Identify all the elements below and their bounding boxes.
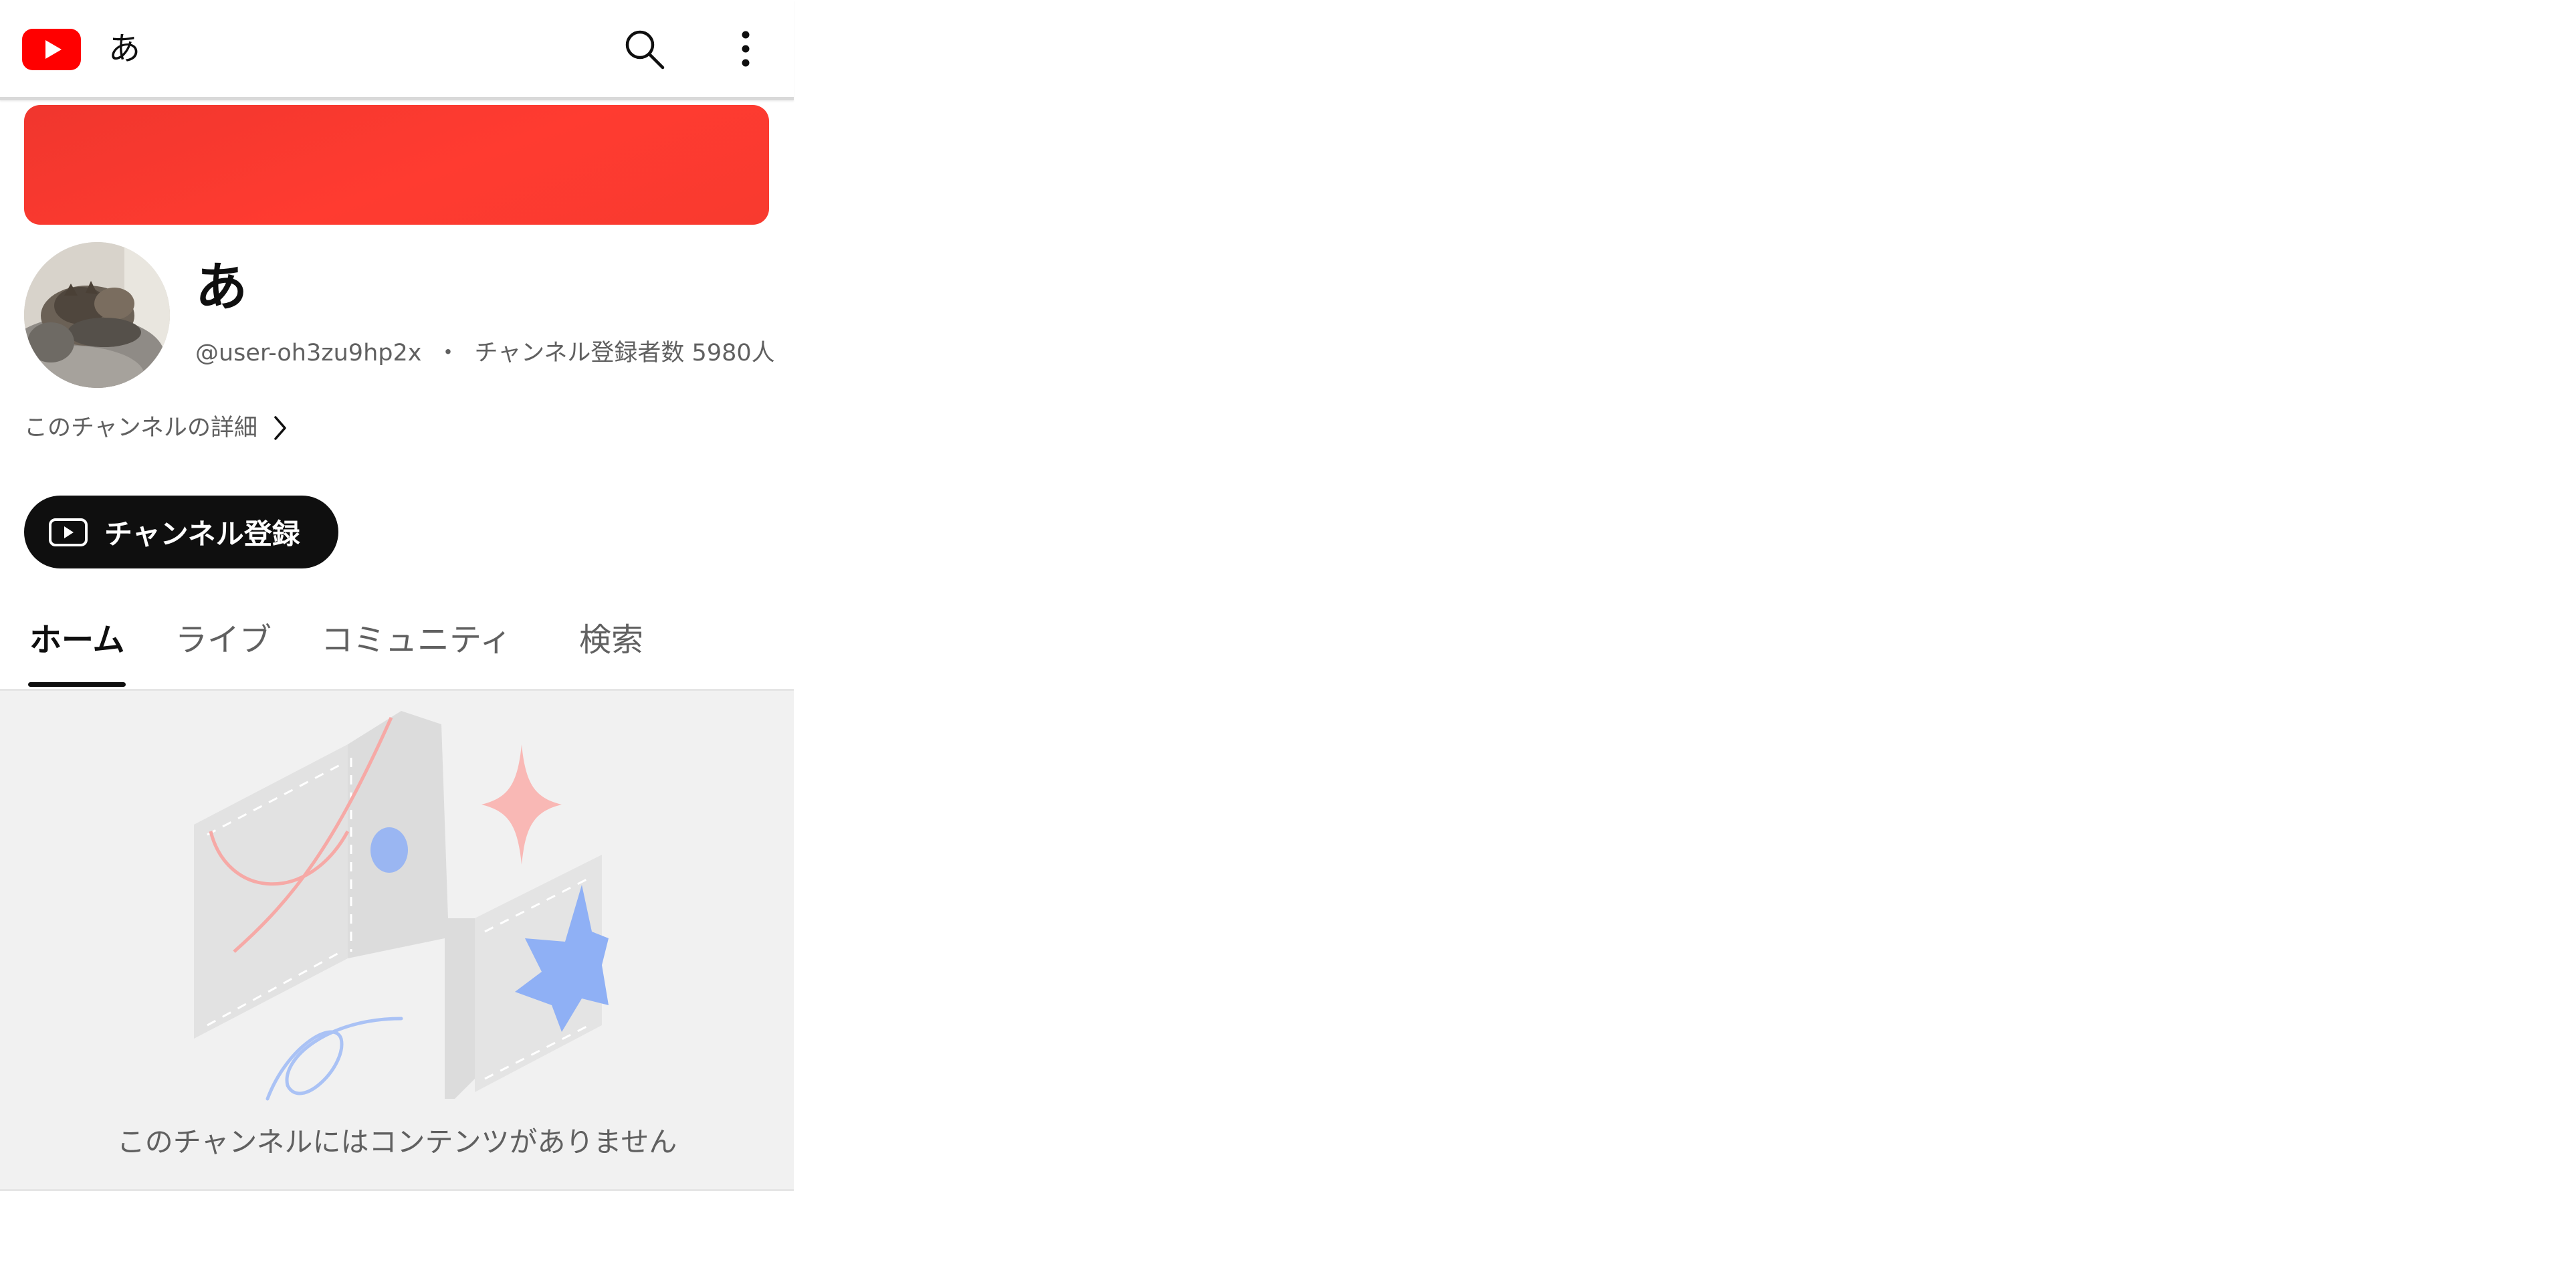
channel-banner (24, 105, 769, 225)
empty-content-illustration (194, 711, 609, 1101)
chevron-right-icon (274, 416, 286, 440)
tab-search[interactable]: 検索 (579, 617, 643, 663)
cats-photo (24, 242, 170, 388)
tab-community[interactable]: コミュニティ (321, 617, 512, 663)
subscribe-label: チャンネル登録 (104, 518, 300, 550)
youtube-play-icon (49, 518, 88, 546)
channel-tabs: ホーム ライブ コミュニティ 検索 (0, 602, 794, 691)
topbar-channel-title: あ (108, 30, 141, 68)
tab-live[interactable]: ライブ (175, 617, 272, 663)
channel-handle: @user-oh3zu9hp2x (195, 340, 422, 366)
search-icon[interactable] (623, 27, 667, 71)
youtube-logo-icon[interactable] (22, 29, 81, 70)
active-tab-indicator (28, 682, 126, 687)
channel-avatar[interactable] (24, 242, 170, 388)
subscribe-button[interactable]: チャンネル登録 (24, 496, 338, 568)
top-app-bar: あ (0, 0, 794, 100)
empty-state: このチャンネルにはコンテンツがありません (0, 691, 794, 1191)
more-vert-icon[interactable] (729, 27, 762, 71)
channel-details-link[interactable]: このチャンネルの詳細 (24, 409, 288, 447)
channel-details-label: このチャンネルの詳細 (24, 415, 257, 441)
meta-separator: ・ (436, 340, 460, 366)
subscriber-count: チャンネル登録者数 5980人 (474, 340, 775, 366)
app-root: あ あ @user-oh3zu9hp2x ・チャンネル登録者数 5980人 この… (0, 0, 794, 1262)
empty-state-message: このチャンネルにはコンテンツがありません (116, 1126, 677, 1158)
tab-home[interactable]: ホーム (29, 617, 125, 663)
channel-meta: @user-oh3zu9hp2x ・チャンネル登録者数 5980人 (195, 334, 775, 372)
channel-name: あ (195, 257, 248, 318)
